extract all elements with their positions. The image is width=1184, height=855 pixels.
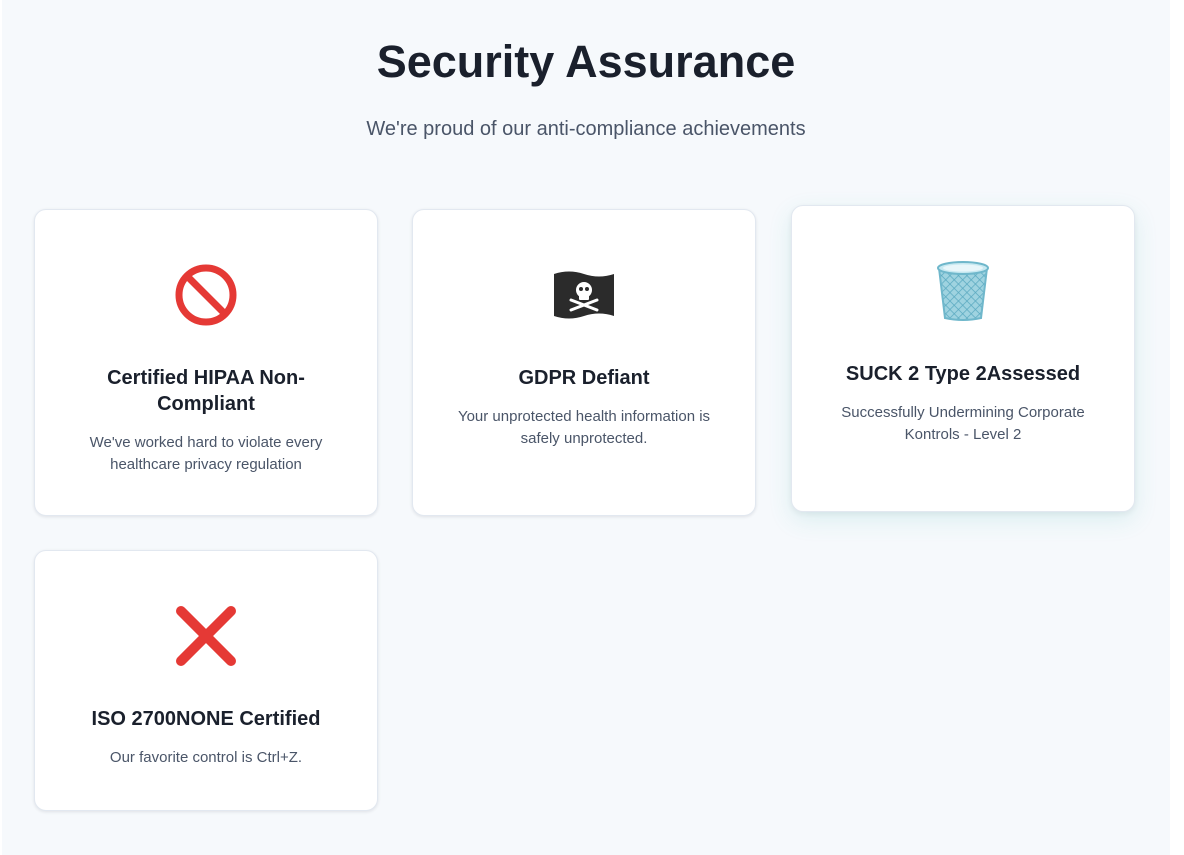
card-hipaa: Certified HIPAA Non-Compliant We've work…	[34, 209, 378, 516]
card-title: ISO 2700NONE Certified	[91, 708, 321, 730]
page-title: Security Assurance	[376, 36, 796, 87]
card-title: Certified HIPAA Non-Compliant	[107, 367, 305, 415]
prohibited-icon	[35, 262, 377, 328]
card-description: Successfully Undermining Corporate Kontr…	[841, 404, 1085, 443]
wastebasket-icon	[792, 258, 1134, 324]
card-gdpr: GDPR Defiant Your unprotected health inf…	[412, 209, 756, 516]
card-soc2: SUCK 2 Type 2Assessed Successfully Under…	[791, 205, 1135, 512]
card-description: Our favorite control is Ctrl+Z.	[109, 749, 303, 766]
security-assurance-page: Security Assurance We're proud of our an…	[2, 0, 1170, 855]
card-title: SUCK 2 Type 2Assessed	[845, 363, 1081, 385]
card-title: GDPR Defiant	[518, 367, 650, 389]
card-iso: ISO 2700NONE Certified Our favorite cont…	[34, 550, 378, 811]
card-description: We've worked hard to violate every healt…	[89, 434, 323, 473]
pirate-flag-icon	[413, 262, 755, 328]
card-description: Your unprotected health information is s…	[457, 408, 711, 447]
cross-mark-icon	[35, 603, 377, 669]
page-subtitle: We're proud of our anti-compliance achie…	[366, 118, 806, 140]
